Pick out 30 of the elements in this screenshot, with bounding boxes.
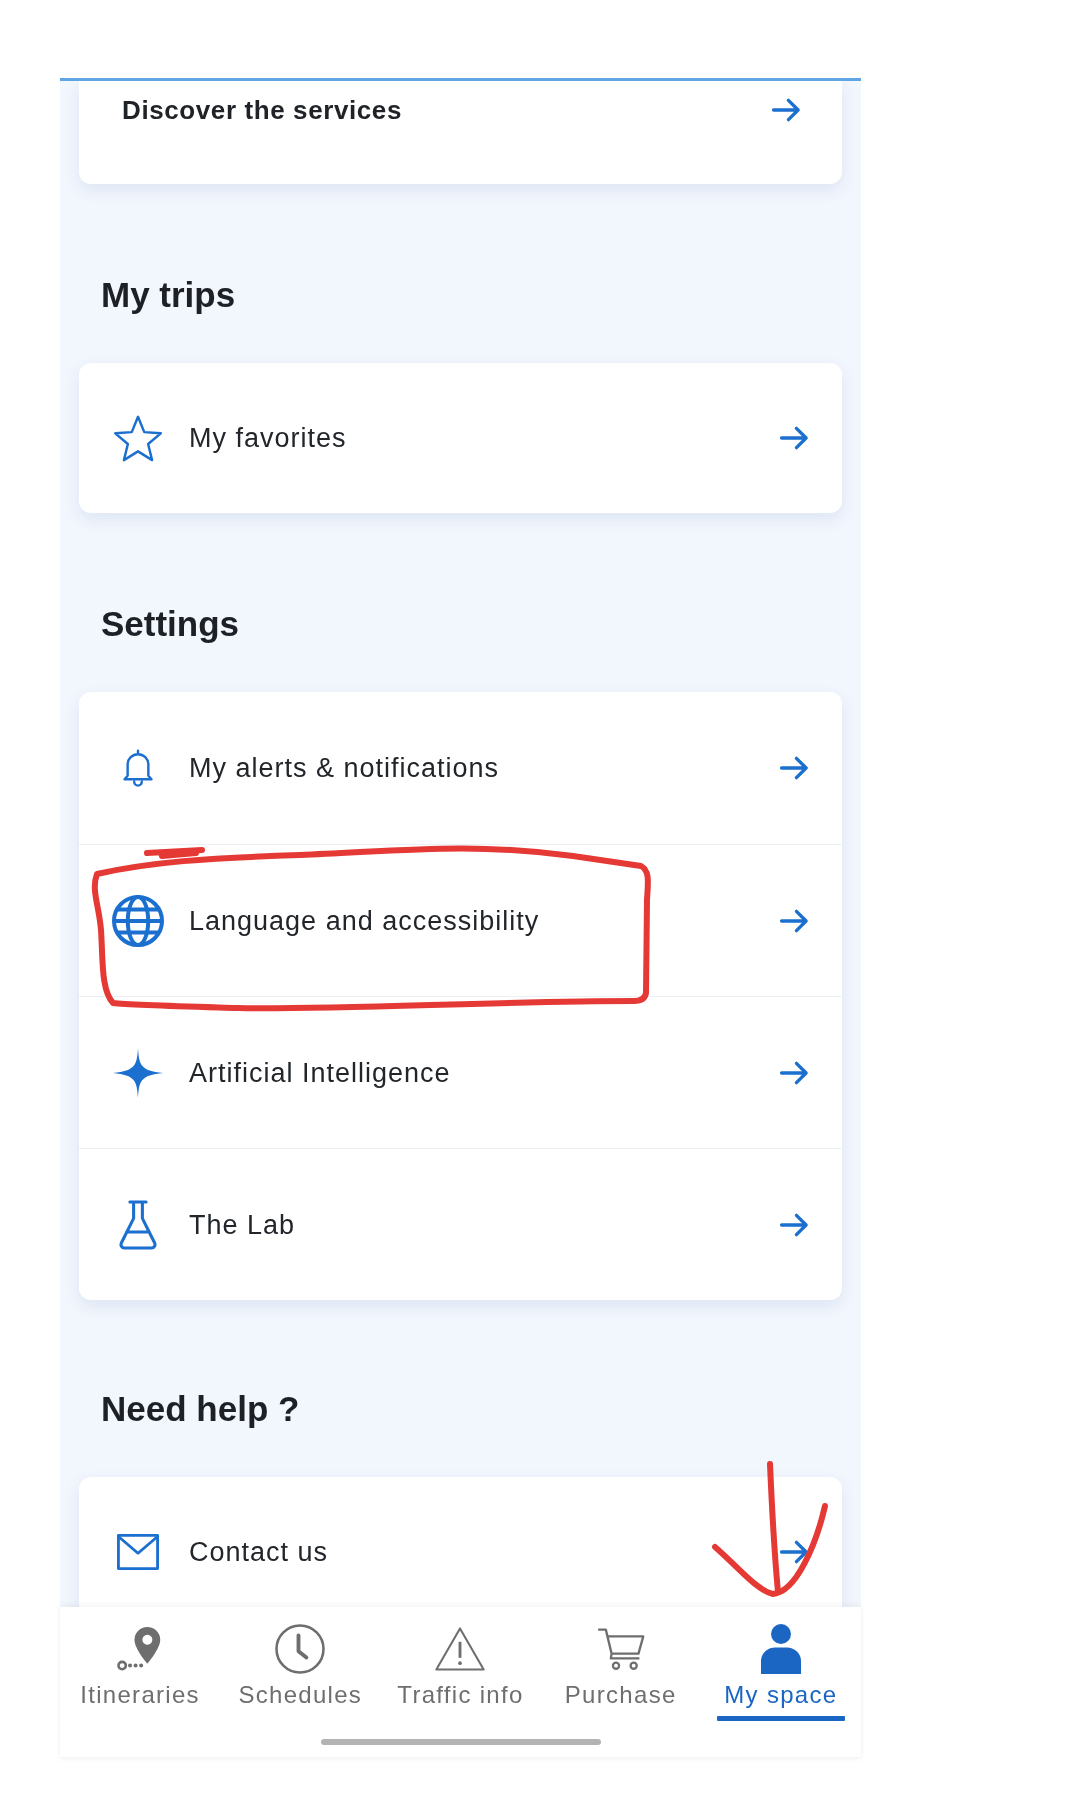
arrow-right-icon xyxy=(771,97,802,123)
discover-services-card[interactable]: Discover the services xyxy=(79,81,842,184)
arrow-right-icon xyxy=(779,1211,810,1238)
section-heading: My trips xyxy=(100,275,237,315)
flask-icon xyxy=(118,1199,158,1250)
nav-tab[interactable]: Schedules xyxy=(220,1624,381,1721)
bell-icon xyxy=(122,749,154,787)
arrow-right-icon xyxy=(779,1539,810,1565)
nav-tab[interactable]: My space xyxy=(700,1624,861,1721)
arrow-right-icon xyxy=(779,755,810,781)
section-heading: Settings xyxy=(100,604,241,644)
warning-icon xyxy=(434,1627,487,1671)
star-icon xyxy=(113,414,163,462)
nav-tab[interactable]: Purchase xyxy=(540,1624,701,1721)
arrow-right-icon xyxy=(779,907,810,934)
envelope-icon xyxy=(117,1534,159,1570)
arrow-right-icon xyxy=(779,425,810,451)
menu-item[interactable]: My favorites xyxy=(79,363,842,513)
clock-icon xyxy=(275,1624,326,1674)
section-heading: Need help ? xyxy=(100,1389,301,1429)
menu-item[interactable]: My alerts & notifications xyxy=(79,692,842,844)
menu-item[interactable]: Language and accessibility xyxy=(79,844,842,996)
menu-item[interactable]: Contact us xyxy=(79,1477,842,1607)
arrow-right-icon xyxy=(779,1059,810,1086)
nav-tab[interactable]: Itineraries xyxy=(60,1624,221,1721)
menu-item[interactable]: Artificial Intelligence xyxy=(79,996,842,1148)
nav-tab[interactable]: Traffic info xyxy=(380,1624,541,1721)
globe-icon xyxy=(112,894,164,947)
menu-item[interactable]: The Lab xyxy=(79,1148,842,1300)
cart-icon xyxy=(596,1628,645,1670)
